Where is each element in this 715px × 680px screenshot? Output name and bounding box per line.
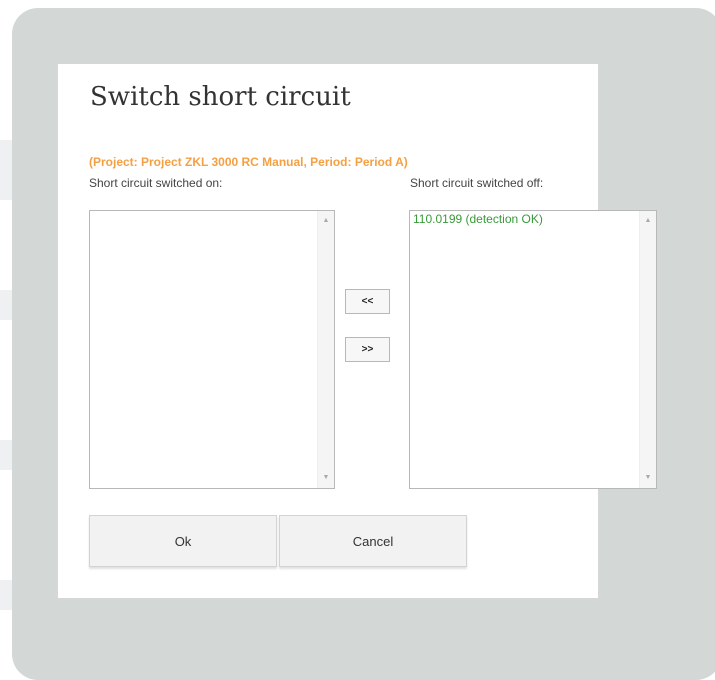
- dialog-title: Switch short circuit: [90, 82, 351, 112]
- ok-button[interactable]: Ok: [89, 515, 277, 567]
- switched-on-items: [90, 211, 317, 488]
- scroll-up-icon[interactable]: ▲: [640, 216, 656, 226]
- switched-off-items: 110.0199 (detection OK): [410, 211, 639, 488]
- list-item[interactable]: 110.0199 (detection OK): [410, 211, 639, 227]
- move-to-on-button[interactable]: <<: [345, 289, 390, 314]
- switched-on-listbox[interactable]: ▲ ▼: [89, 210, 335, 489]
- move-to-off-button[interactable]: >>: [345, 337, 390, 362]
- scrollbar[interactable]: ▲ ▼: [317, 211, 334, 488]
- switched-off-label: Short circuit switched off:: [410, 176, 544, 190]
- switched-on-label: Short circuit switched on:: [89, 176, 223, 190]
- scroll-up-icon[interactable]: ▲: [318, 216, 334, 226]
- project-info: (Project: Project ZKL 3000 RC Manual, Pe…: [89, 155, 408, 169]
- scrollbar[interactable]: ▲ ▼: [639, 211, 656, 488]
- switched-off-listbox[interactable]: 110.0199 (detection OK) ▲ ▼: [409, 210, 657, 489]
- switch-short-circuit-dialog: Switch short circuit (Project: Project Z…: [58, 64, 657, 598]
- scroll-down-icon[interactable]: ▼: [318, 473, 334, 483]
- scroll-down-icon[interactable]: ▼: [640, 473, 656, 483]
- cancel-button[interactable]: Cancel: [279, 515, 467, 567]
